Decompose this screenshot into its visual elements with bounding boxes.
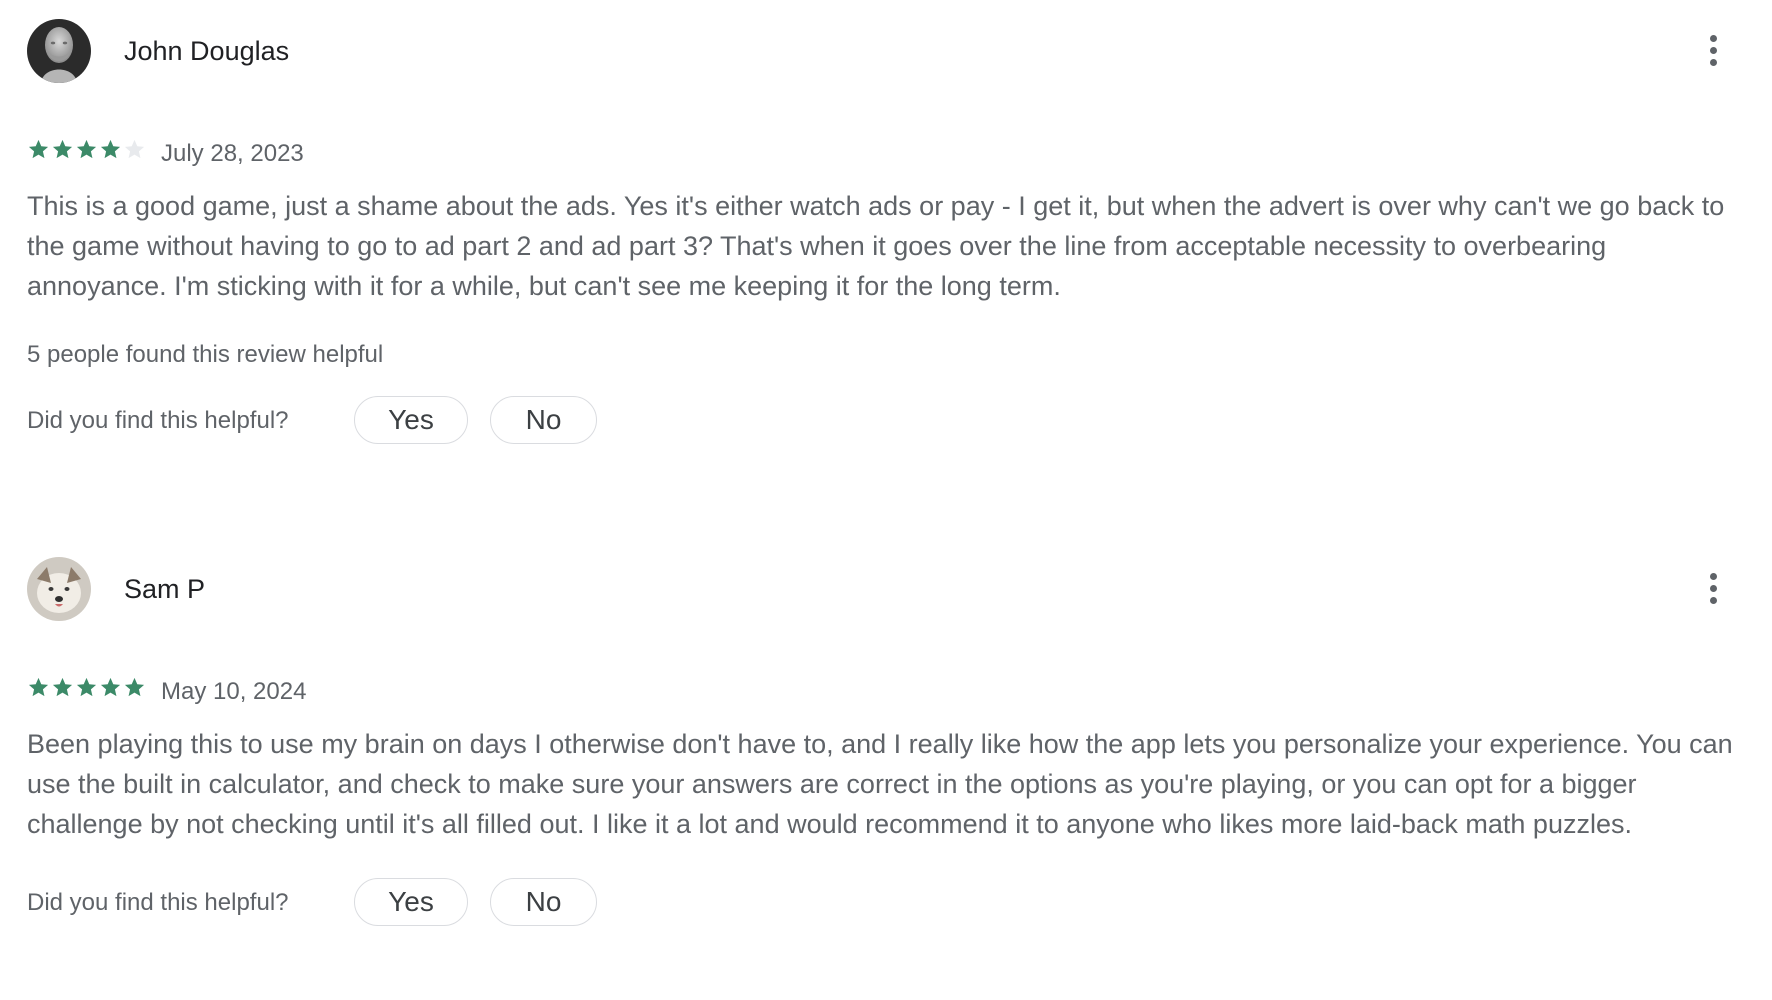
avatar-statue-icon bbox=[27, 19, 91, 83]
review-header: John Douglas bbox=[27, 0, 1747, 100]
author-name: Sam P bbox=[124, 574, 206, 604]
star-rating bbox=[27, 676, 146, 699]
avatar bbox=[27, 19, 91, 83]
more-vert-icon[interactable] bbox=[1695, 30, 1731, 70]
star-filled-icon bbox=[52, 677, 73, 697]
star-filled-icon bbox=[100, 677, 121, 697]
more-vert-icon[interactable] bbox=[1695, 568, 1731, 608]
star-filled-icon bbox=[28, 139, 49, 159]
no-button[interactable]: No bbox=[490, 878, 597, 926]
menu-dot bbox=[1709, 596, 1717, 604]
review-text: This is a good game, just a shame about … bbox=[27, 191, 1725, 301]
star-rating bbox=[27, 138, 146, 161]
menu-dot bbox=[1709, 584, 1717, 592]
review-card: Sam P May 10, 2024 Been playing this to … bbox=[27, 538, 1747, 928]
no-button[interactable]: No bbox=[490, 396, 597, 444]
review-text: Been playing this to use my brain on day… bbox=[27, 729, 1733, 839]
review-date: May 10, 2024 bbox=[161, 678, 307, 705]
star-filled-icon bbox=[28, 677, 49, 697]
star-empty-icon bbox=[124, 139, 145, 159]
menu-dot bbox=[1709, 58, 1717, 66]
menu-dot bbox=[1709, 572, 1717, 580]
avatar bbox=[27, 557, 91, 621]
star-filled-icon bbox=[52, 139, 73, 159]
helpful-prompt: Did you find this helpful? Yes No bbox=[27, 396, 1747, 446]
rating-row: May 10, 2024 bbox=[27, 676, 1747, 724]
menu-dot bbox=[1709, 46, 1717, 54]
star-filled-icon bbox=[124, 677, 145, 697]
yes-button[interactable]: Yes bbox=[354, 396, 468, 444]
helpful-count: 5 people found this review helpful bbox=[27, 341, 384, 368]
helpful-question: Did you find this helpful? bbox=[27, 407, 289, 434]
menu-dot bbox=[1709, 34, 1717, 42]
yes-button[interactable]: Yes bbox=[354, 878, 468, 926]
author-name: John Douglas bbox=[124, 36, 290, 66]
star-filled-icon bbox=[76, 139, 97, 159]
review-card: John Douglas July 28, 2023 This is a goo… bbox=[27, 0, 1747, 446]
review-header: Sam P bbox=[27, 538, 1747, 638]
star-filled-icon bbox=[100, 139, 121, 159]
avatar-dog-icon bbox=[27, 557, 91, 621]
helpful-prompt: Did you find this helpful? Yes No bbox=[27, 878, 1747, 928]
rating-row: July 28, 2023 bbox=[27, 138, 1747, 186]
star-filled-icon bbox=[76, 677, 97, 697]
helpful-question: Did you find this helpful? bbox=[27, 889, 289, 916]
review-date: July 28, 2023 bbox=[161, 140, 304, 167]
